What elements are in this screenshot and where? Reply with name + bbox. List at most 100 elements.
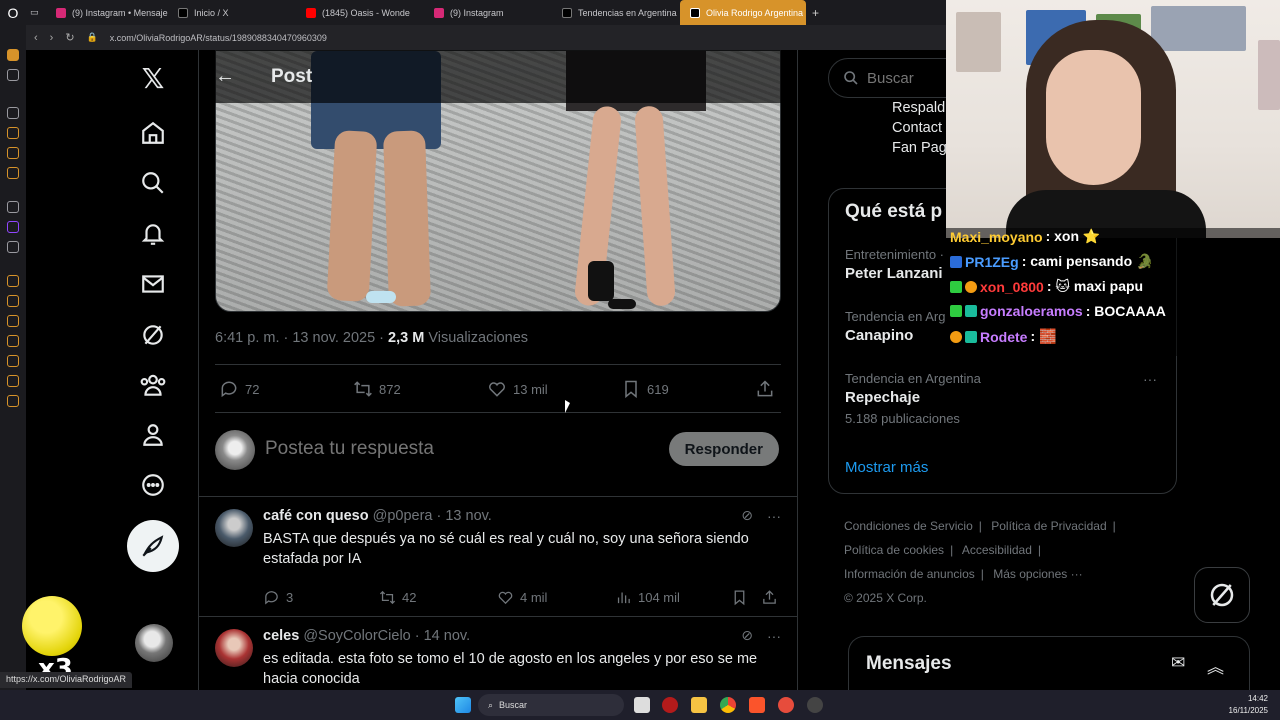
trend-more-icon[interactable]: ··· xyxy=(1143,371,1157,387)
opera-logo-icon[interactable]: O xyxy=(0,0,26,25)
like-button[interactable]: 4 mil xyxy=(497,587,547,607)
share-button[interactable] xyxy=(755,375,775,403)
browser-tab[interactable]: (9) Instagram • Mensajes xyxy=(46,0,168,25)
author-handle[interactable]: @SoyColorCielo · 14 nov. xyxy=(303,628,470,644)
windows-taskbar: ⌕ Buscar 14:42 16/11/2025 xyxy=(0,690,1280,720)
sidebar-link[interactable]: Respald xyxy=(892,98,947,118)
trend-item[interactable]: Tendencia en Argentina Repechaje 5.188 p… xyxy=(845,371,1165,426)
sidebar-clock-icon[interactable] xyxy=(7,355,19,367)
sidebar-ai-icon[interactable] xyxy=(7,201,19,213)
sidebar-heart-icon[interactable] xyxy=(7,315,19,327)
reply-tweet[interactable]: celes @SoyColorCielo · 14 nov. ⊘ ··· es … xyxy=(199,616,797,690)
browser-tab[interactable]: (9) Instagram xyxy=(424,0,552,25)
browser-tab[interactable]: Inicio / X xyxy=(168,0,296,25)
forward-nav-icon[interactable]: › xyxy=(50,32,54,44)
author-handle[interactable]: @p0pera · 13 nov. xyxy=(373,508,492,524)
sidebar-history-icon[interactable] xyxy=(7,107,19,119)
footer-link[interactable]: Más opciones ··· xyxy=(993,567,1082,581)
more-icon[interactable]: ··· xyxy=(767,508,781,524)
sidebar-player-icon[interactable] xyxy=(7,167,19,179)
sidebar-twitch-icon[interactable] xyxy=(7,221,19,233)
back-arrow-icon[interactable]: ← xyxy=(215,65,245,88)
repost-button[interactable]: 872 xyxy=(353,375,401,403)
browser-tab-active[interactable]: Olivia Rodrigo Argentina xyxy=(680,0,806,25)
like-button[interactable]: 13 mil xyxy=(487,375,548,403)
footer-link[interactable]: Política de Privacidad xyxy=(991,519,1106,533)
sidebar-workspace-icon[interactable] xyxy=(7,49,19,61)
notifications-bell-icon[interactable] xyxy=(138,219,168,249)
home-icon[interactable] xyxy=(138,118,168,148)
sidebar-tabs-icon[interactable] xyxy=(7,275,19,287)
taskbar-search[interactable]: ⌕ Buscar xyxy=(478,694,624,716)
communities-icon[interactable] xyxy=(138,370,168,400)
lock-icon[interactable]: 🔒 xyxy=(87,32,98,43)
profile-icon[interactable] xyxy=(138,420,168,450)
reply-input[interactable] xyxy=(265,438,645,460)
new-message-icon[interactable]: ✉ xyxy=(1171,653,1185,673)
author-name[interactable]: café con queso xyxy=(263,508,369,524)
more-icon[interactable]: ··· xyxy=(767,628,781,644)
reply-button[interactable]: 3 xyxy=(263,587,293,607)
share-button[interactable] xyxy=(761,587,778,607)
system-clock[interactable]: 14:42 16/11/2025 xyxy=(1229,693,1268,717)
reply-avatar[interactable] xyxy=(215,629,253,667)
file-explorer-icon[interactable] xyxy=(691,697,707,713)
url-field[interactable]: x.com/OliviaRodrigoAR/status/19890883404… xyxy=(110,33,327,43)
sidebar-box-icon[interactable] xyxy=(7,375,19,387)
views-button[interactable]: 104 mil xyxy=(615,587,680,607)
author-name[interactable]: celes xyxy=(263,628,299,644)
footer-link[interactable]: Condiciones de Servicio xyxy=(844,519,973,533)
reply-tweet[interactable]: café con queso @p0pera · 13 nov. ⊘ ··· B… xyxy=(199,496,797,608)
sidebar-settings-icon[interactable] xyxy=(7,395,19,407)
compose-post-button[interactable] xyxy=(127,520,179,572)
ccleaner-icon[interactable] xyxy=(778,697,794,713)
sidebar-link[interactable]: Contact xyxy=(892,118,947,138)
sidebar-gamepad-icon[interactable] xyxy=(7,69,19,81)
bookmark-button[interactable]: 619 xyxy=(621,375,669,403)
sidebar-pin-icon[interactable] xyxy=(7,147,19,159)
expand-chevron-icon[interactable]: ︽ xyxy=(1207,653,1224,678)
sidebar-bag-icon[interactable] xyxy=(7,127,19,139)
reply-submit-button[interactable]: Responder xyxy=(668,432,779,466)
grok-explain-icon[interactable]: ⊘ xyxy=(741,627,753,644)
browser-tab[interactable]: Tendencias en Argentina xyxy=(552,0,680,25)
messages-mail-icon[interactable] xyxy=(138,269,168,299)
x-favicon-icon xyxy=(562,7,572,18)
sidebar-x-icon[interactable] xyxy=(7,241,19,253)
back-nav-icon[interactable]: ‹ xyxy=(34,32,38,44)
browser-tab[interactable]: (1845) Oasis - Wonde xyxy=(296,0,424,25)
reply-avatar[interactable] xyxy=(215,509,253,547)
sidebar-extensions-icon[interactable] xyxy=(7,295,19,307)
reload-icon[interactable]: ↻ xyxy=(65,31,74,44)
browser-tab[interactable]: ▭ xyxy=(26,0,46,25)
footer-link[interactable]: Política de cookies xyxy=(844,543,944,557)
new-tab-button[interactable]: + xyxy=(806,6,825,20)
grok-button[interactable] xyxy=(1194,567,1250,623)
reply-button[interactable]: 72 xyxy=(219,375,259,403)
opera-taskbar-icon[interactable] xyxy=(662,697,678,713)
grok-explain-icon[interactable]: ⊘ xyxy=(741,507,753,524)
footer-link[interactable]: Información de anuncios xyxy=(844,567,975,581)
obs-icon[interactable] xyxy=(807,697,823,713)
sidebar-link[interactable]: Fan Pag xyxy=(892,138,947,158)
chrome-icon[interactable] xyxy=(720,697,736,713)
task-view-icon[interactable] xyxy=(634,697,650,713)
divider xyxy=(215,412,781,413)
x-logo-icon[interactable]: 𝕏 xyxy=(138,62,168,95)
post-actions: 72 872 13 mil 619 xyxy=(215,375,781,403)
messages-drawer[interactable]: Mensajes ✉ ︽ xyxy=(848,636,1250,690)
grok-icon[interactable] xyxy=(138,320,168,350)
trend-post-count: 5.188 publicaciones xyxy=(845,411,960,426)
brave-icon[interactable] xyxy=(749,697,765,713)
search-icon[interactable] xyxy=(138,168,168,198)
account-avatar[interactable] xyxy=(135,624,173,662)
mouse-cursor-icon xyxy=(565,400,570,413)
show-more-link[interactable]: Mostrar más xyxy=(845,459,928,476)
footer-link[interactable]: Accesibilidad xyxy=(962,543,1032,557)
sidebar-snapshot-icon[interactable] xyxy=(7,335,19,347)
more-options-icon[interactable] xyxy=(138,470,168,500)
search-input[interactable] xyxy=(867,69,957,87)
windows-start-icon[interactable] xyxy=(455,697,471,713)
bookmark-button[interactable] xyxy=(731,587,748,607)
repost-button[interactable]: 42 xyxy=(379,587,416,607)
